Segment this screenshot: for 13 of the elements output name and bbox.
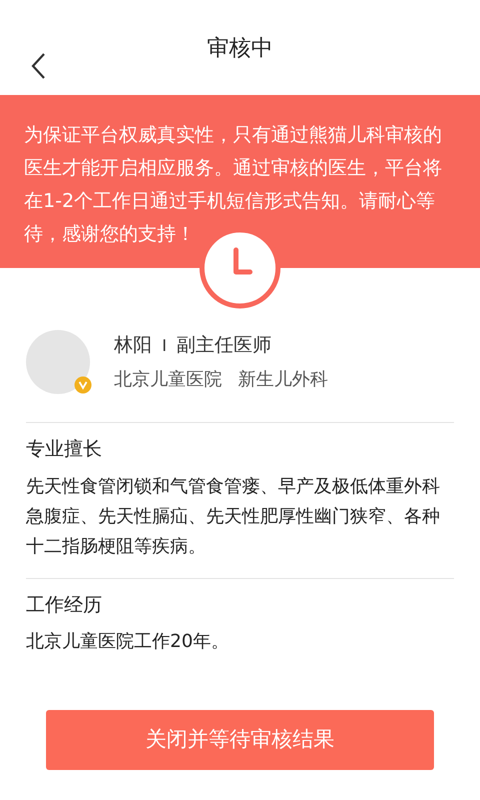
notice-text: 为保证平台权威真实性，只有通过熊猫儿科审核的医生才能开启相应服务。通过审核的医生，平台将在1-2个工作日通过手机短信形式告知。请耐心等待，感谢您的支持！ (24, 123, 443, 247)
back-icon[interactable] (30, 52, 46, 80)
section-heading: 专业擅长 (26, 437, 103, 462)
hospital-name: 北京儿童医院 (114, 368, 222, 392)
page-title: 审核中 (207, 35, 273, 63)
section-heading: 工作经历 (26, 592, 103, 618)
separator-text: I (162, 334, 167, 356)
department-name: 新生儿外科 (238, 368, 328, 392)
section-body: 先天性食管闭锁和气管食管瘘、早产及极低体重外科急腹症、先天性膈疝、先天性肥厚性幽门狭窄、各种十二指肠梗阻等疾病。 (26, 474, 441, 558)
doctor-name: 林阳 (114, 333, 152, 358)
section-body: 北京儿童医院工作20年。 (26, 630, 230, 654)
doctor-title: 副主任医师 (176, 333, 272, 358)
close-and-wait-button[interactable]: 关闭并等待审核结果 (46, 710, 434, 770)
